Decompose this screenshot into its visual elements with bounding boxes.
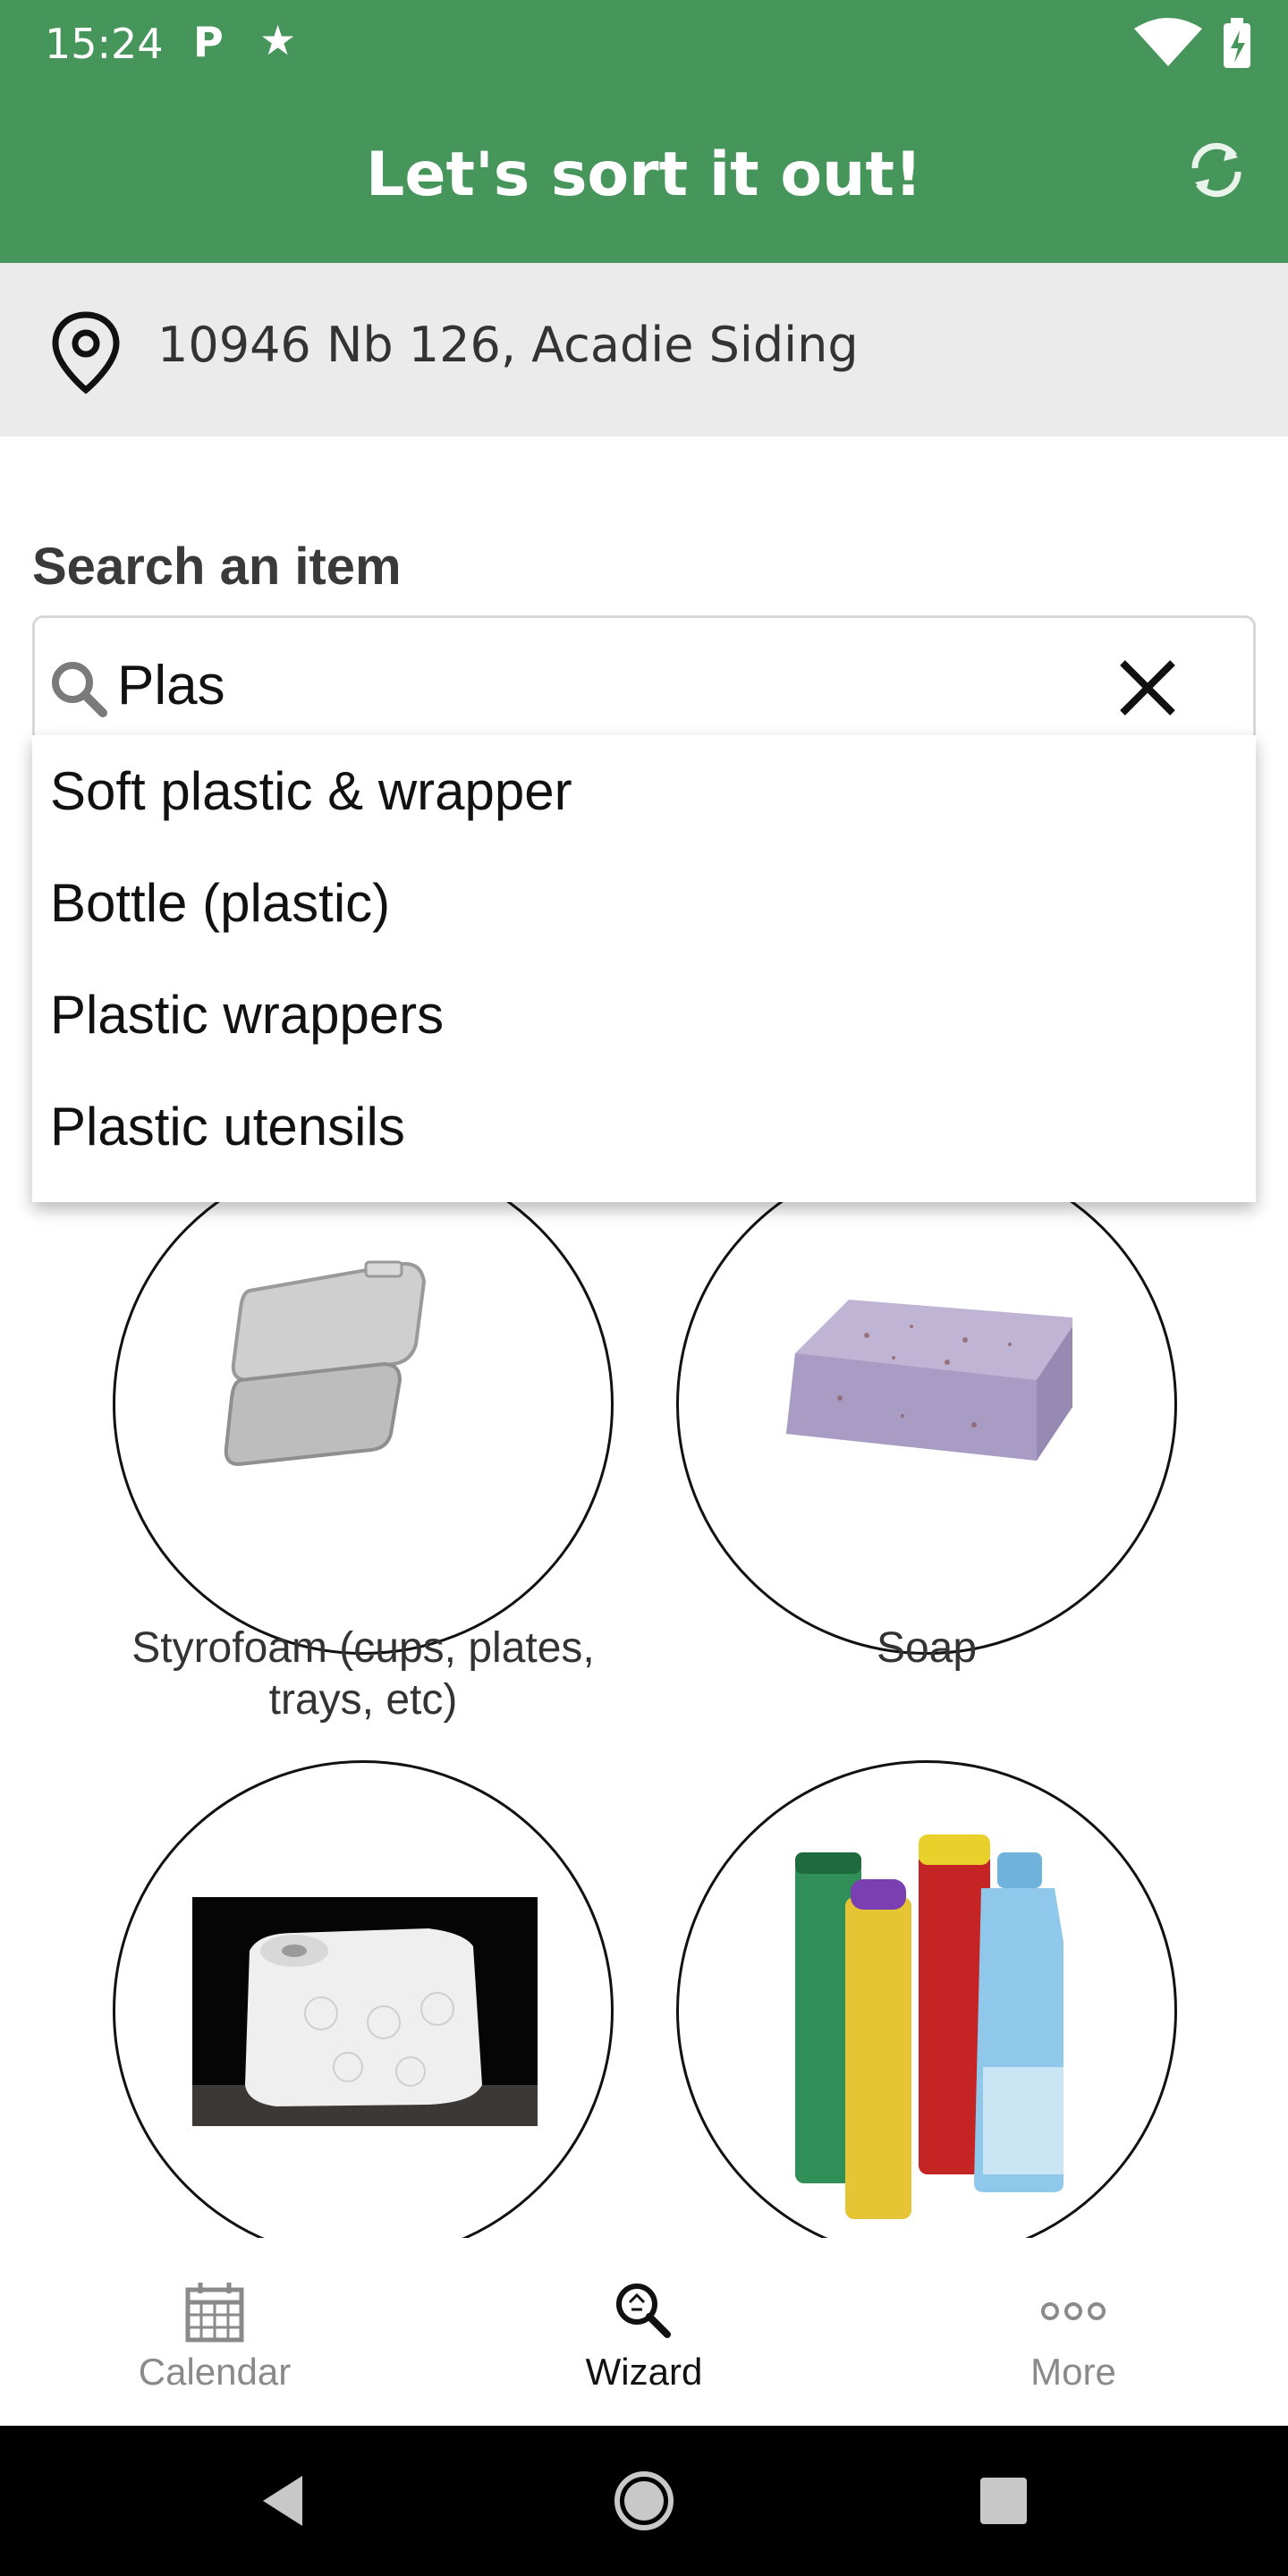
address-bar[interactable]: 10946 Nb 126, Acadie Siding [0,263,1288,436]
star-icon: ★ [259,17,297,64]
wizard-search-icon [616,2284,671,2338]
search-suggestions: Soft plastic & wrapper Bottle (plastic) … [32,735,1256,1202]
suggestion-item[interactable]: Plastic wrappers [50,984,444,1046]
app-bar: Let's sort it out! [0,86,1288,263]
nav-item-more[interactable]: More [859,2238,1288,2426]
nav-label: More [1030,2351,1116,2393]
nav-label: Wizard [585,2351,703,2393]
bottom-nav: Calendar Wizard More [0,2238,1288,2426]
nav-label: Calendar [138,2351,292,2393]
soap-bar-image [786,1300,1072,1461]
item-circle[interactable] [676,1154,1177,1655]
suggestion-item[interactable]: Plastic utensils [50,1096,405,1157]
more-dots-icon [1041,2302,1106,2320]
suggestion-item[interactable]: Bottle (plastic) [50,872,390,934]
home-icon[interactable] [608,2465,680,2537]
nav-item-calendar[interactable]: Calendar [0,2238,429,2426]
nav-item-wizard[interactable]: Wizard [429,2238,859,2426]
status-bar: 15:24 P ★ [0,0,1288,86]
search-input[interactable] [117,645,1101,725]
item-label: Styrofoam (cups, plates, trays, etc) [131,1624,595,1724]
wifi-icon [1134,18,1202,66]
suggestion-item[interactable]: Soft plastic & wrapper [50,760,572,822]
paper-towel-roll-image [192,1897,538,2126]
address-text: 10946 Nb 126, Acadie Siding [157,317,859,373]
styrofoam-container-image [224,1260,427,1467]
item-circle[interactable] [113,1154,614,1655]
item-label: Soap [876,1624,978,1672]
status-time: 15:24 [45,20,164,68]
aerosol-cans-image [795,1835,1063,2219]
search-icon [52,662,107,717]
refresh-icon[interactable] [1181,134,1252,206]
location-pin-icon [52,311,120,394]
search-label: Search an item [32,538,402,596]
system-nav-bar [0,2426,1288,2576]
back-icon[interactable] [249,2465,320,2537]
battery-charging-icon [1224,18,1250,68]
app-title: Let's sort it out! [366,140,922,210]
close-icon[interactable] [1114,654,1182,722]
parking-icon: P [193,18,224,66]
item-circle[interactable] [676,1760,1177,2261]
status-right-icons [1134,18,1250,68]
recents-icon[interactable] [968,2465,1039,2537]
item-circle[interactable] [113,1760,614,2261]
calendar-icon [185,2283,244,2343]
